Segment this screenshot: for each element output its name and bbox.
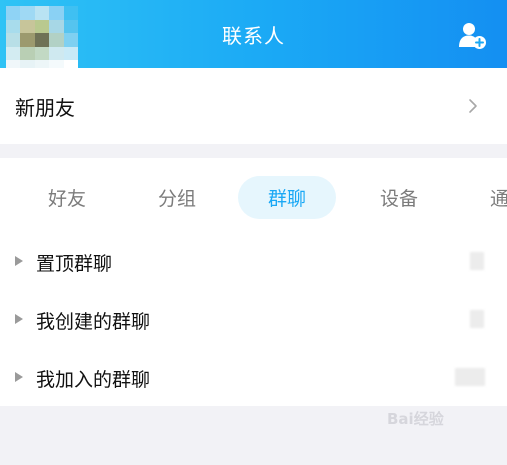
tab-devices[interactable]: 设备	[380, 184, 418, 211]
new-friends-row[interactable]: 新朋友	[0, 68, 507, 144]
expand-triangle-icon	[15, 372, 23, 382]
group-label: 置顶群聊	[36, 253, 113, 275]
baidu-watermark: Bai经验	[387, 410, 444, 428]
add-contact-icon[interactable]	[457, 20, 487, 50]
section-divider	[0, 144, 507, 158]
group-label: 我加入的群聊	[36, 369, 151, 391]
group-joined[interactable]: 我加入的群聊	[0, 354, 507, 410]
new-friends-label: 新朋友	[15, 96, 75, 120]
tab-more[interactable]: 通	[490, 184, 507, 211]
page-title: 联系人	[222, 24, 285, 48]
tab-group-chats[interactable]: 群聊	[238, 176, 337, 219]
group-chat-list: 置顶群聊 我创建的群聊 我加入的群聊	[0, 238, 507, 406]
group-created[interactable]: 我创建的群聊	[0, 296, 507, 352]
tab-friends[interactable]: 好友	[48, 184, 86, 211]
blurred-count	[470, 310, 484, 328]
tab-groups[interactable]: 分组	[158, 184, 196, 211]
expand-triangle-icon	[15, 314, 23, 324]
blurred-count	[470, 252, 484, 270]
app-header: 联系人	[0, 0, 507, 74]
expand-triangle-icon	[15, 256, 23, 266]
group-pinned[interactable]: 置顶群聊	[0, 238, 507, 294]
group-label: 我创建的群聊	[36, 311, 151, 333]
contact-tabs: 好友 分组 群聊 设备 通	[0, 158, 507, 238]
blurred-count	[455, 368, 485, 386]
chevron-right-icon	[469, 99, 477, 113]
